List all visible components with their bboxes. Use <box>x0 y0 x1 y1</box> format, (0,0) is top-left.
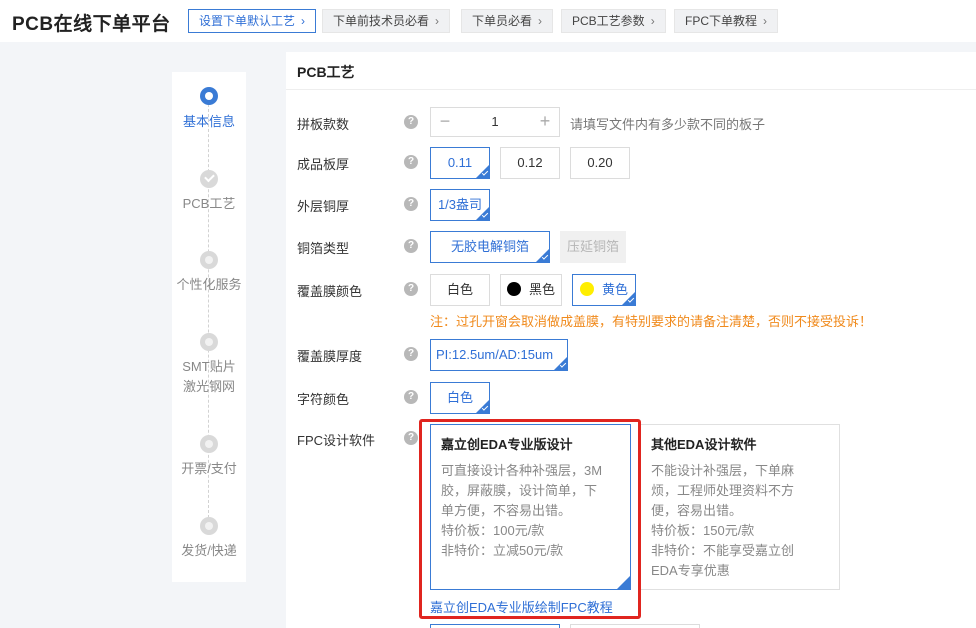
nav-label: 下单前技术员必看 <box>333 14 430 28</box>
coverlay-option-white[interactable]: 白色 <box>430 274 490 306</box>
help-icon[interactable]: ? <box>404 347 418 361</box>
fpc-card-jlc-eda[interactable]: 嘉立创EDA专业版设计 可直接设计各种补强层，3M 胶，屏蔽膜，设计简单，下 单… <box>430 424 631 590</box>
panel-count-hint: 请填写文件内有多少款不同的板子 <box>570 117 766 132</box>
nav-fpc-tutorial[interactable]: FPC下单教程 › <box>674 9 779 33</box>
fpc-software-label: FPC设计软件 <box>297 433 376 448</box>
card-title: 其他EDA设计软件 <box>651 437 757 452</box>
nav-label: PCB工艺参数 <box>572 14 645 28</box>
silkscreen-option-white[interactable]: 白色 <box>430 382 490 414</box>
help-icon[interactable]: ? <box>404 197 418 211</box>
step-label: 开票/支付 <box>181 461 237 476</box>
card-line: EDA专享优惠 <box>651 563 730 578</box>
decrement-button[interactable]: − <box>431 108 459 136</box>
main-panel <box>286 52 976 628</box>
step-pending-icon <box>200 517 218 535</box>
fpc-tutorial-link[interactable]: 嘉立创EDA专业版绘制FPC教程 <box>430 597 613 616</box>
step-label: 个性化服务 <box>176 277 242 292</box>
card-line: 不能设计补强层，下单麻 <box>651 463 795 478</box>
foil-option-electrolytic[interactable]: 无胶电解铜箔 <box>430 231 550 263</box>
help-icon[interactable]: ? <box>404 431 418 445</box>
section-header: PCB工艺 <box>286 52 976 90</box>
step-pending-icon <box>200 333 218 351</box>
thickness-option-0.20[interactable]: 0.20 <box>570 147 630 179</box>
nav-label: FPC下单教程 <box>685 14 758 28</box>
coverlay-thickness-label: 覆盖膜厚度 <box>297 349 363 364</box>
chevron-right-icon: › <box>435 14 440 28</box>
card-line: 非特价：不能享受嘉立创 <box>651 543 795 558</box>
step-progress <box>172 72 246 582</box>
coverlay-option-yellow[interactable]: 黄色 <box>572 274 636 306</box>
nav-pcb-params[interactable]: PCB工艺参数 › <box>561 9 666 33</box>
card-line: 可直接设计各种补强层，3M <box>441 463 603 478</box>
nav-tech-guide[interactable]: 下单前技术员必看 › <box>322 9 451 33</box>
fpc-card-other-eda[interactable]: 其他EDA设计软件 不能设计补强层，下单麻 烦，工程师处理资料不方 便，容易出错… <box>640 424 840 590</box>
coverlay-color-label: 覆盖膜颜色 <box>297 284 363 299</box>
foil-type-label: 铜箔类型 <box>297 241 350 256</box>
card-line: 烦，工程师处理资料不方 <box>651 483 795 498</box>
card-line: 胶，屏蔽膜，设计简单，下 <box>441 483 598 498</box>
help-icon[interactable]: ? <box>404 390 418 404</box>
check-icon <box>200 170 218 188</box>
step-label: PCB工艺 <box>182 196 236 211</box>
nav-label: 设置下单默认工艺 <box>199 14 296 28</box>
thickness-label: 成品板厚 <box>297 157 350 172</box>
foil-option-rolled: 压延铜箔 <box>560 231 626 263</box>
yellow-swatch-icon <box>579 282 594 296</box>
help-icon[interactable]: ? <box>404 239 418 253</box>
card-line: 非特价：立减50元/款 <box>441 543 564 558</box>
section-title: PCB工艺 <box>297 64 355 80</box>
option-label: 白色 <box>446 282 473 297</box>
silkscreen-label: 字符颜色 <box>297 392 350 407</box>
help-icon[interactable]: ? <box>404 282 418 296</box>
thickness-option-0.11[interactable]: 0.11 <box>430 147 490 179</box>
outer-copper-option[interactable]: 1/3盎司 <box>430 189 490 221</box>
card-line: 便，容易出错。 <box>651 503 743 518</box>
card-title: 嘉立创EDA专业版设计 <box>441 437 573 452</box>
set-default-process-button[interactable]: 设置下单默认工艺 › <box>188 9 317 33</box>
panel-count-stepper: − 1 + <box>430 107 560 137</box>
chevron-right-icon: › <box>538 14 543 28</box>
card-line: 特价板：100元/款 <box>441 523 545 538</box>
black-swatch-icon <box>506 282 521 296</box>
step-label: SMT贴片 <box>182 359 236 374</box>
help-icon[interactable]: ? <box>404 155 418 169</box>
step-pending-icon <box>200 435 218 453</box>
coverlay-thickness-option[interactable]: PI:12.5um/AD:15um <box>430 339 568 371</box>
outer-copper-label: 外层铜厚 <box>297 199 350 214</box>
next-row-option[interactable] <box>570 624 700 628</box>
next-row-option[interactable] <box>430 624 560 628</box>
thickness-option-0.12[interactable]: 0.12 <box>500 147 560 179</box>
help-icon[interactable]: ? <box>404 115 418 129</box>
panel-count-value[interactable]: 1 <box>459 108 531 136</box>
chevron-right-icon: › <box>763 14 768 28</box>
coverlay-warning-note: 注：过孔开窗会取消做成盖膜，有特别要求的请备注清楚，否则不接受投诉！ <box>430 314 873 329</box>
nav-label: 下单员必看 <box>472 14 533 28</box>
option-label: 黄色 <box>601 282 628 297</box>
option-label: 黑色 <box>528 282 555 297</box>
step-label: 基本信息 <box>182 114 235 129</box>
card-description: 不能设计补强层，下单麻 烦，工程师处理资料不方 便，容易出错。 特价板：150元… <box>651 461 829 581</box>
card-description: 可直接设计各种补强层，3M 胶，屏蔽膜，设计简单，下 单方便，不容易出错。 特价… <box>441 461 620 561</box>
panel-count-label: 拼板款数 <box>297 117 350 132</box>
card-line: 单方便，不容易出错。 <box>441 503 572 518</box>
step-label-line2: 激光钢网 <box>182 379 235 394</box>
step-active-icon <box>200 87 218 105</box>
chevron-right-icon: › <box>301 14 306 28</box>
card-line: 特价板：150元/款 <box>651 523 755 538</box>
step-pending-icon <box>200 251 218 269</box>
nav-order-guide[interactable]: 下单员必看 › <box>461 9 554 33</box>
brand-title: PCB在线下单平台 <box>12 14 171 35</box>
chevron-right-icon: › <box>650 14 655 28</box>
increment-button[interactable]: + <box>531 108 559 136</box>
step-label: 发货/快递 <box>181 543 237 558</box>
coverlay-option-black[interactable]: 黑色 <box>500 274 562 306</box>
